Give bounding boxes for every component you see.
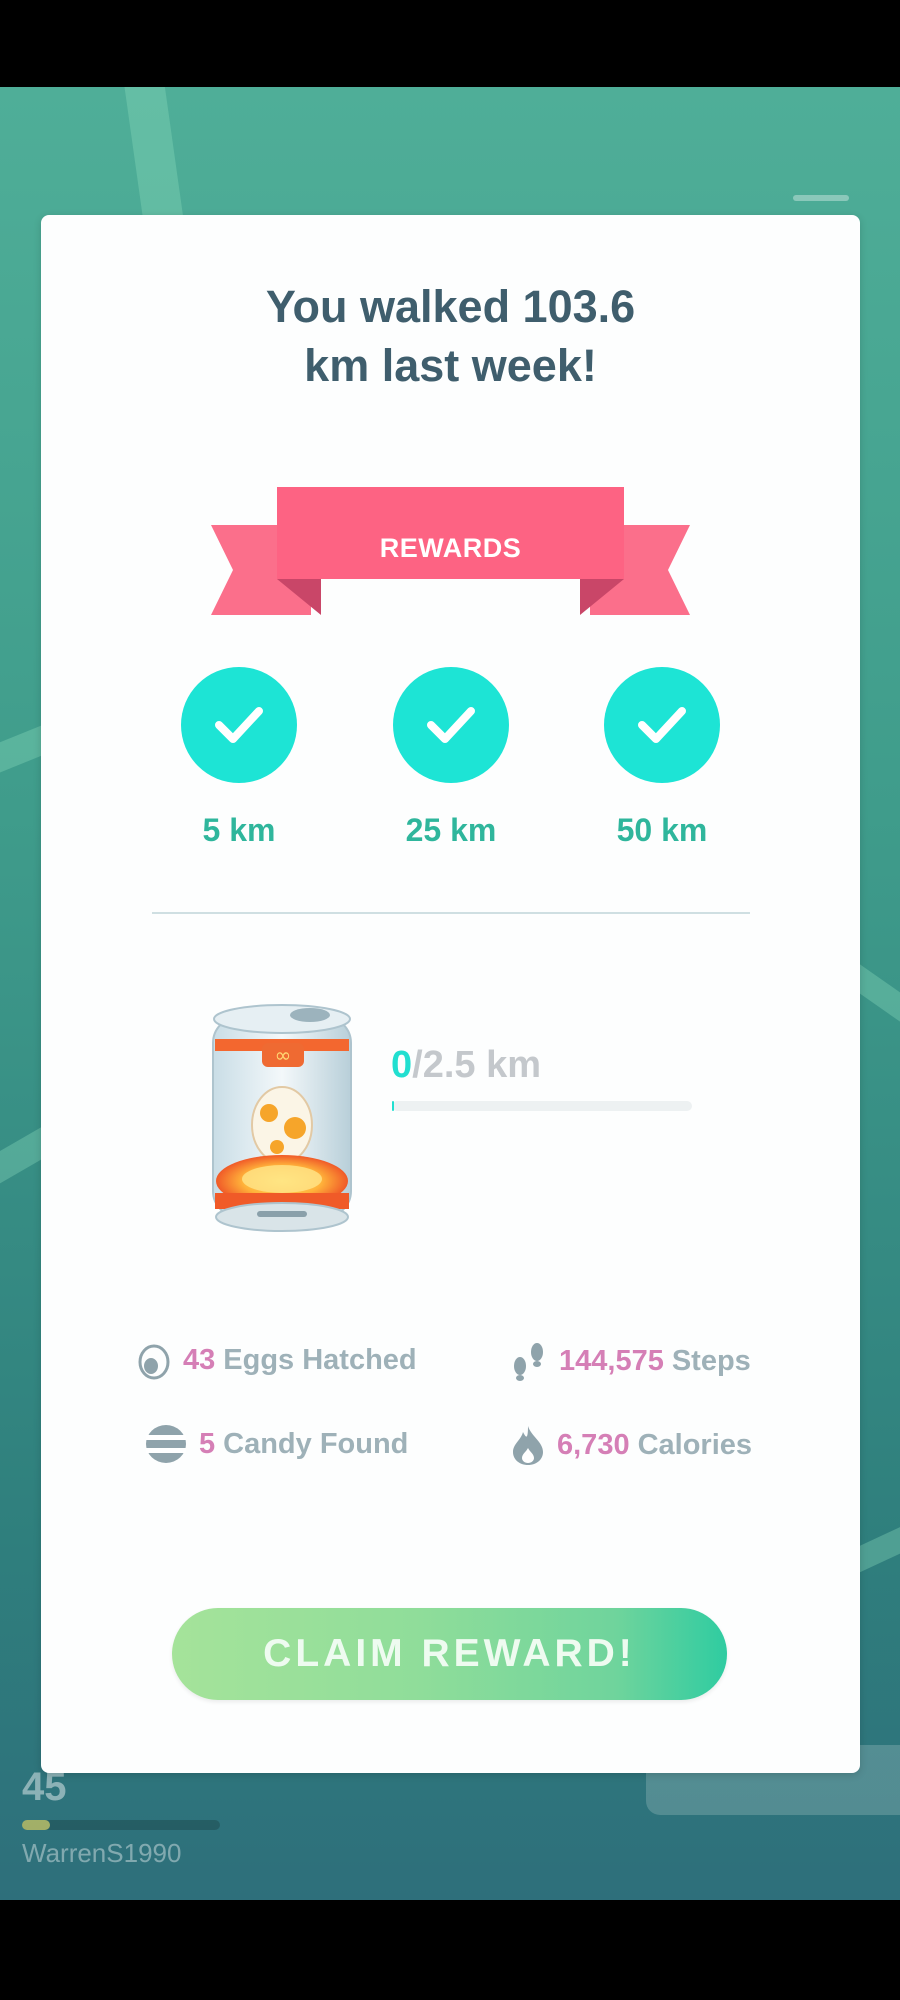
milestone-5km: 5 km <box>181 667 297 848</box>
title-line-2: km last week! <box>304 340 597 391</box>
status-bar-area <box>0 0 900 87</box>
stat-value: 5 <box>199 1427 216 1460</box>
progress-total: /2.5 km <box>412 1044 542 1086</box>
milestone-check-circle <box>604 667 720 783</box>
stat-label: Calories <box>637 1428 753 1461</box>
candy-icon <box>146 1425 186 1463</box>
egg-icon <box>138 1344 170 1380</box>
milestone-label: 50 km <box>616 812 708 848</box>
stat-label: Steps <box>671 1344 751 1377</box>
stat-candy-found: 5 Candy Found <box>145 1424 408 1464</box>
stat-label: Eggs Hatched <box>223 1343 417 1376</box>
stat-value: 43 <box>183 1343 216 1376</box>
stat-calories: 6,730 Calories <box>511 1424 752 1466</box>
incubator-progress-text: 0/2.5 km <box>391 1044 541 1087</box>
egg-incubator-icon: ∞ <box>212 1004 352 1232</box>
title-line-1: You walked 103.6 <box>265 281 636 332</box>
section-divider <box>152 912 750 914</box>
incubator-progress-bar <box>392 1101 692 1111</box>
stat-value: 144,575 <box>559 1344 664 1377</box>
progress-current: 0 <box>391 1044 413 1086</box>
milestone-25km: 25 km <box>393 667 509 848</box>
footprints-icon <box>514 1343 543 1381</box>
progress-fill <box>392 1101 395 1111</box>
navigation-bar-area <box>0 1900 900 2000</box>
checkmark-icon <box>427 707 475 743</box>
milestone-check-circle <box>393 667 509 783</box>
map-menu-icon[interactable] <box>793 195 849 201</box>
milestone-label: 5 km <box>202 812 276 848</box>
claim-reward-button[interactable]: CLAIM REWARD! <box>172 1608 727 1700</box>
checkmark-icon <box>215 707 263 743</box>
flame-icon <box>513 1426 543 1465</box>
weekly-reward-modal: You walked 103.6 km last week! REWARDS 5… <box>41 215 860 1773</box>
milestone-check-circle <box>181 667 297 783</box>
milestone-50km: 50 km <box>604 667 720 848</box>
stat-steps: 144,575 Steps <box>511 1340 751 1382</box>
trainer-xp-bar <box>22 1820 220 1830</box>
stat-eggs-hatched: 43 Eggs Hatched <box>137 1340 417 1380</box>
modal-title: You walked 103.6 km last week! <box>41 277 860 395</box>
checkmark-icon <box>638 707 686 743</box>
milestone-label: 25 km <box>405 812 497 848</box>
stat-value: 6,730 <box>557 1428 630 1461</box>
rewards-label: REWARDS <box>379 533 522 563</box>
stat-label: Candy Found <box>223 1427 409 1460</box>
trainer-name: WarrenS1990 <box>22 1838 182 1868</box>
svg-text:∞: ∞ <box>275 1043 292 1067</box>
